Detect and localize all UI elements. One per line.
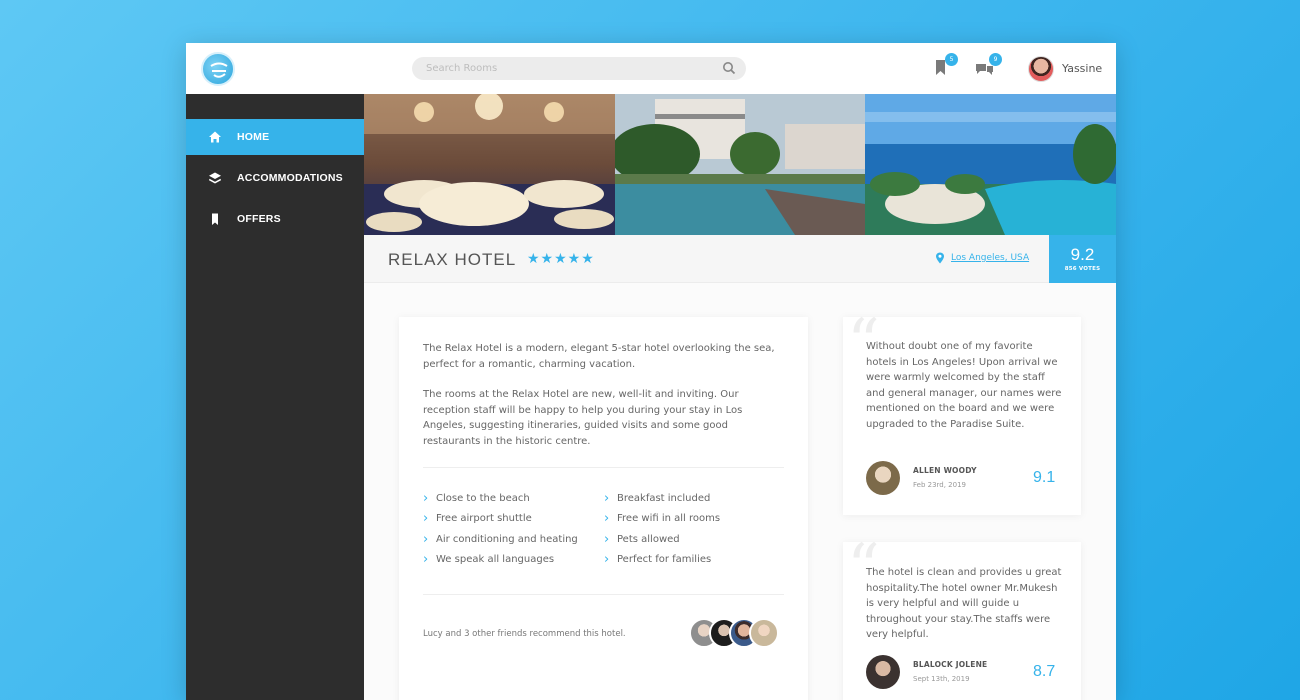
bookmark-icon [212,213,218,225]
sidebar-item-label: ACCOMMODATIONS [237,172,343,184]
feature-item: Air conditioning and heating [423,532,578,547]
reviewer-avatar[interactable] [866,461,900,495]
photo-ballroom[interactable] [364,94,615,235]
review-score: 9.1 [1033,469,1056,486]
divider [423,467,784,468]
review-text: Without doubt one of my favorite hotels … [866,341,1062,430]
user-avatar[interactable] [1028,56,1054,82]
photo-pool[interactable] [615,94,865,235]
feature-item: Pets allowed [604,532,680,547]
feature-item: Breakfast included [604,491,710,506]
feature-item: Free wifi in all rooms [604,511,720,526]
home-icon [209,131,221,143]
hotel-title-bar: RELAX HOTEL ★★★★★ Los Angeles, USA 9.2 8… [364,235,1116,283]
review-card: “ The hotel is clean and provides u grea… [843,536,1081,700]
feature-item: We speak all languages [423,552,554,567]
sidebar-item-label: HOME [237,131,270,143]
top-bar: 5 9 Yassine [186,43,1116,94]
logo[interactable] [201,52,235,86]
bookmarks-badge: 5 [945,53,958,66]
sidebar-item-accommodations[interactable]: ACCOMMODATIONS [186,160,364,196]
sidebar-item-home[interactable]: HOME [186,119,364,155]
review-date: Feb 23rd, 2019 [913,481,966,489]
search-icon[interactable] [722,61,736,75]
sidebar-item-offers[interactable]: OFFERS [186,201,364,237]
review-card: “ Without doubt one of my favorite hotel… [843,311,1081,515]
divider [423,594,784,595]
overall-score: 9.2 856 VOTES [1049,235,1116,283]
sidebar-item-label: OFFERS [237,213,281,225]
feature-item: Close to the beach [423,491,530,506]
reviewer-avatar[interactable] [866,655,900,689]
reviewer-name: ALLEN WOODY [913,466,977,475]
feature-item: Perfect for families [604,552,711,567]
location-link[interactable]: Los Angeles, USA [951,253,1029,263]
review-date: Sept 13th, 2019 [913,675,970,683]
votes-count: 856 VOTES [1064,266,1101,272]
messages-button[interactable]: 9 [974,53,1002,79]
review-text: The hotel is clean and provides u great … [866,567,1062,640]
location-pin-icon [936,252,944,264]
layers-icon [209,172,221,184]
bookmarks-button[interactable]: 5 [930,53,958,79]
star-rating: ★★★★★ [527,251,595,267]
beach-image [865,94,1116,235]
description-paragraph: The rooms at the Relax Hotel are new, we… [423,389,743,447]
score-value: 9.2 [1070,245,1095,264]
pool-image [615,94,865,235]
feature-item: Free airport shuttle [423,511,532,526]
sidebar: HOME ACCOMMODATIONS OFFERS [186,94,364,700]
review-score: 8.7 [1033,663,1056,680]
description-card: The Relax Hotel is a modern, elegant 5-s… [399,317,808,700]
reviewer-name: BLALOCK JOLENE [913,660,988,669]
photo-beach[interactable] [865,94,1116,235]
friend-avatar[interactable] [749,618,779,648]
ballroom-image [364,94,615,235]
description-paragraph: The Relax Hotel is a modern, elegant 5-s… [423,343,775,370]
hotel-name: RELAX HOTEL [388,250,517,269]
search-input[interactable] [412,57,746,80]
app-window: 5 9 Yassine HOME ACCOMMODATIONS [186,43,1116,700]
username[interactable]: Yassine [1062,62,1102,75]
messages-badge: 9 [989,53,1002,66]
logo-mark-icon [210,62,228,78]
recommend-text: Lucy and 3 other friends recommend this … [423,629,626,639]
